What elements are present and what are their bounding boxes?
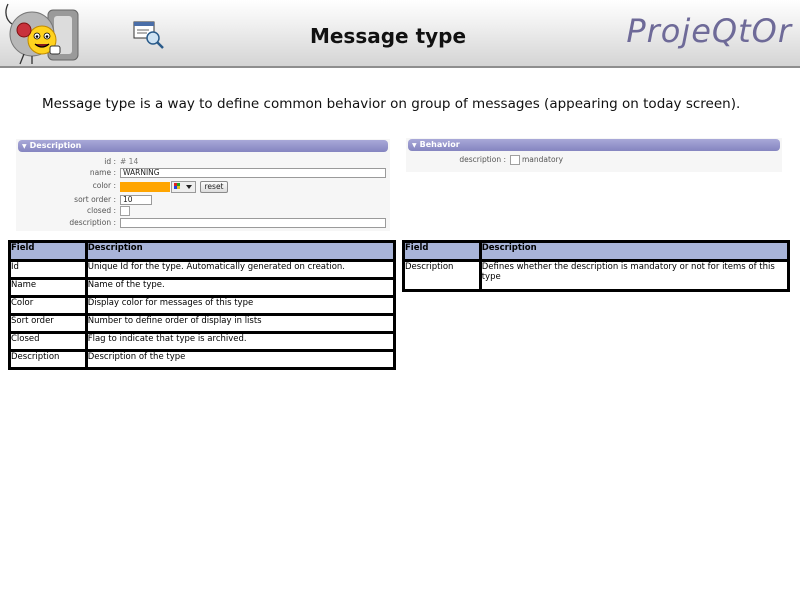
table-cell-field: Description: [8, 349, 88, 370]
table-row: Name Name of the type.: [8, 277, 397, 298]
description-panel: ▼ Description id : # 14 name : WARNING co…: [16, 139, 390, 231]
table-cell-description: Flag to indicate that type is archived.: [84, 331, 397, 352]
table-cell-field: Id: [8, 259, 88, 280]
behavior-fields-table: Field Description Description Defines wh…: [402, 240, 791, 292]
table-cell-field: Closed: [8, 331, 88, 352]
sort-order-input[interactable]: 10: [120, 195, 152, 205]
reset-button[interactable]: reset: [200, 181, 228, 193]
collapse-triangle-icon[interactable]: ▼: [412, 140, 417, 152]
table-row: Color Display color for messages of this…: [8, 295, 397, 316]
color-picker-button[interactable]: [171, 181, 196, 193]
closed-checkbox[interactable]: [120, 206, 130, 216]
name-label: name :: [89, 168, 116, 177]
id-row: id : # 14: [16, 157, 390, 167]
table-cell-description: Name of the type.: [84, 277, 397, 298]
table-header-row: Field Description: [8, 240, 397, 262]
table-cell-description: Defines whether the description is manda…: [478, 259, 791, 292]
table-header-field: Field: [402, 240, 482, 262]
table-header-description: Description: [478, 240, 791, 262]
table-cell-description: Unique Id for the type. Automatically ge…: [84, 259, 397, 280]
description-section-header[interactable]: ▼ Description: [18, 140, 388, 152]
sort-order-label: sort order :: [74, 195, 116, 204]
table-header-field: Field: [8, 240, 88, 262]
description-input[interactable]: [120, 218, 386, 228]
fields-table: Field Description Id Unique Id for the t…: [8, 240, 397, 370]
name-row: name : WARNING: [16, 168, 390, 180]
table-cell-description: Description of the type: [84, 349, 397, 370]
mandatory-label: mandatory: [522, 155, 564, 164]
description-row: description :: [16, 218, 390, 230]
table-cell-description: Number to define order of display in lis…: [84, 313, 397, 334]
table-header-row: Field Description: [402, 240, 791, 262]
table-cell-field: Name: [8, 277, 88, 298]
table-row: Sort order Number to define order of dis…: [8, 313, 397, 334]
table-row: Description Description of the type: [8, 349, 397, 370]
color-row: color : reset: [16, 181, 390, 195]
table-row: Description Defines whether the descript…: [402, 259, 791, 292]
table-row: Id Unique Id for the type. Automatically…: [8, 259, 397, 280]
name-input[interactable]: WARNING: [120, 168, 386, 178]
dropdown-arrow-icon: [186, 185, 192, 189]
table-cell-field: Color: [8, 295, 88, 316]
id-label: id :: [104, 157, 116, 166]
id-value: # 14: [120, 157, 139, 166]
table-cell-field: Description: [402, 259, 482, 292]
table-cell-description: Display color for messages of this type: [84, 295, 397, 316]
header-bar: Message type ProjeQtOr: [0, 0, 800, 68]
description-label: description :: [69, 218, 116, 227]
behavior-description-row: description : mandatory: [406, 155, 782, 167]
table-cell-field: Sort order: [8, 313, 88, 334]
description-section-title: Description: [29, 141, 82, 150]
behavior-section-header[interactable]: ▼ Behavior: [408, 139, 780, 151]
color-swatch[interactable]: [120, 182, 170, 192]
behavior-description-label: description :: [459, 155, 506, 164]
table-header-description: Description: [84, 240, 397, 262]
mandatory-checkbox[interactable]: [510, 155, 520, 165]
brand-logo-text: ProjeQtOr: [626, 12, 792, 50]
closed-label: closed :: [87, 206, 116, 215]
collapse-triangle-icon[interactable]: ▼: [22, 141, 27, 153]
behavior-panel: ▼ Behavior description : mandatory: [406, 138, 782, 172]
color-label: color :: [92, 181, 116, 190]
behavior-section-title: Behavior: [419, 140, 460, 149]
palette-icon: [174, 183, 192, 189]
intro-text: Message type is a way to define common b…: [42, 96, 741, 112]
table-row: Closed Flag to indicate that type is arc…: [8, 331, 397, 352]
closed-row: closed :: [16, 206, 390, 218]
